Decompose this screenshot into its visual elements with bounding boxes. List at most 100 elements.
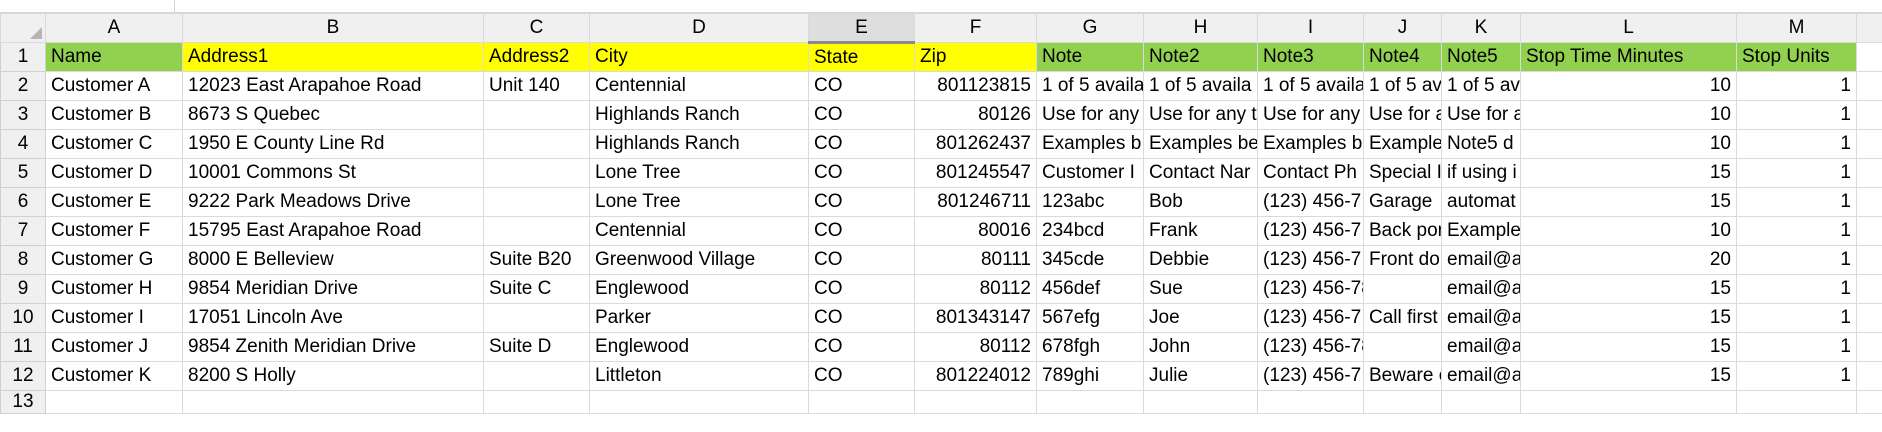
cell-a[interactable]: Customer B: [45, 100, 183, 130]
column-header-m[interactable]: M: [1736, 13, 1857, 43]
cell-k[interactable]: if using i: [1441, 158, 1521, 188]
cell[interactable]: [1856, 216, 1882, 246]
cell[interactable]: [483, 390, 590, 414]
cell-e[interactable]: CO: [808, 129, 915, 159]
cell-i[interactable]: (123) 456-7: [1257, 303, 1364, 333]
cell[interactable]: [914, 390, 1037, 414]
cell-j[interactable]: Garage: [1363, 187, 1442, 217]
cell-h[interactable]: Debbie: [1143, 245, 1258, 275]
cell-d[interactable]: Littleton: [589, 361, 809, 391]
cell-d[interactable]: Englewood: [589, 274, 809, 304]
cell[interactable]: [1520, 390, 1737, 414]
cell[interactable]: [1856, 100, 1882, 130]
cell[interactable]: [1856, 303, 1882, 333]
cell[interactable]: [1856, 361, 1882, 391]
cell-l[interactable]: 15: [1520, 332, 1737, 362]
cell[interactable]: [1856, 274, 1882, 304]
cell-l[interactable]: 15: [1520, 303, 1737, 333]
row-header[interactable]: 8: [0, 245, 46, 275]
cell-i[interactable]: Contact Ph: [1257, 158, 1364, 188]
cell-c[interactable]: [483, 129, 590, 159]
column-header-k[interactable]: K: [1441, 13, 1521, 43]
cell-a[interactable]: Customer C: [45, 129, 183, 159]
cell-f[interactable]: 801343147: [914, 303, 1037, 333]
cell-k[interactable]: Example: [1441, 216, 1521, 246]
cell-d[interactable]: Englewood: [589, 332, 809, 362]
cell-a[interactable]: Customer K: [45, 361, 183, 391]
cell[interactable]: [1856, 390, 1882, 414]
cell-h[interactable]: Sue: [1143, 274, 1258, 304]
cell-a[interactable]: Customer F: [45, 216, 183, 246]
cell-k[interactable]: email@a: [1441, 245, 1521, 275]
cell-i[interactable]: (123) 456-7: [1257, 187, 1364, 217]
cell-l[interactable]: 10: [1520, 216, 1737, 246]
column-header-j[interactable]: J: [1363, 13, 1442, 43]
cell-f[interactable]: 801123815: [914, 71, 1037, 101]
row-header[interactable]: 1: [0, 42, 46, 72]
row-header[interactable]: 4: [0, 129, 46, 159]
cell-h[interactable]: Contact Nar: [1143, 158, 1258, 188]
cell-j[interactable]: [1363, 274, 1442, 304]
cell-b[interactable]: 15795 East Arapahoe Road: [182, 216, 484, 246]
cell-g[interactable]: 567efg: [1036, 303, 1144, 333]
column-header-f[interactable]: F: [914, 13, 1037, 43]
cell-d[interactable]: Greenwood Village: [589, 245, 809, 275]
cell-e[interactable]: CO: [808, 216, 915, 246]
cell-f[interactable]: 801246711: [914, 187, 1037, 217]
cell-d[interactable]: Highlands Ranch: [589, 100, 809, 130]
cell-f[interactable]: 80126: [914, 100, 1037, 130]
cell-j[interactable]: 1 of 5 av: [1363, 71, 1442, 101]
cell[interactable]: [1856, 332, 1882, 362]
cell-i[interactable]: (123) 456-7890: [1257, 274, 1364, 304]
cell-a[interactable]: Customer I: [45, 303, 183, 333]
column-header-h[interactable]: H: [1143, 13, 1258, 43]
cell-f[interactable]: 80016: [914, 216, 1037, 246]
cell[interactable]: [1856, 71, 1882, 101]
cell-c[interactable]: [483, 187, 590, 217]
cell-h[interactable]: 1 of 5 availa: [1143, 71, 1258, 101]
cell-j[interactable]: Beware c: [1363, 361, 1442, 391]
cell-d[interactable]: Parker: [589, 303, 809, 333]
column-header-c[interactable]: C: [483, 13, 590, 43]
cell-m[interactable]: 1: [1736, 245, 1857, 275]
cell[interactable]: [1441, 390, 1521, 414]
row-header[interactable]: 9: [0, 274, 46, 304]
cell-i[interactable]: (123) 456-7: [1257, 216, 1364, 246]
cell-m[interactable]: 1: [1736, 71, 1857, 101]
cell-a[interactable]: Customer D: [45, 158, 183, 188]
cell-f[interactable]: 80112: [914, 332, 1037, 362]
cell-j[interactable]: Front do: [1363, 245, 1442, 275]
cell-i[interactable]: Use for any: [1257, 100, 1364, 130]
cell-c[interactable]: [483, 303, 590, 333]
cell-m[interactable]: 1: [1736, 274, 1857, 304]
row-header[interactable]: 11: [0, 332, 46, 362]
cell-m[interactable]: 1: [1736, 100, 1857, 130]
cell-l[interactable]: 10: [1520, 71, 1737, 101]
cell-b[interactable]: 9854 Zenith Meridian Drive: [182, 332, 484, 362]
cell-g[interactable]: 789ghi: [1036, 361, 1144, 391]
header-cell-e[interactable]: State: [808, 42, 915, 72]
cell-k[interactable]: email@a: [1441, 303, 1521, 333]
cell-l[interactable]: 20: [1520, 245, 1737, 275]
cell-j[interactable]: Special I: [1363, 158, 1442, 188]
cell-g[interactable]: 234bcd: [1036, 216, 1144, 246]
cell-f[interactable]: 80112: [914, 274, 1037, 304]
cell-e[interactable]: CO: [808, 332, 915, 362]
cell-e[interactable]: CO: [808, 158, 915, 188]
cell-h[interactable]: Bob: [1143, 187, 1258, 217]
cell[interactable]: [1856, 129, 1882, 159]
cell-m[interactable]: 1: [1736, 158, 1857, 188]
cell-b[interactable]: 12023 East Arapahoe Road: [182, 71, 484, 101]
cell-c[interactable]: [483, 361, 590, 391]
cell-d[interactable]: Centennial: [589, 216, 809, 246]
cell-j[interactable]: [1363, 332, 1442, 362]
cell-b[interactable]: 9854 Meridian Drive: [182, 274, 484, 304]
cell-i[interactable]: Examples b: [1257, 129, 1364, 159]
cell-m[interactable]: 1: [1736, 129, 1857, 159]
cell[interactable]: [182, 390, 484, 414]
cell-k[interactable]: email@a: [1441, 332, 1521, 362]
header-cell-l[interactable]: Stop Time Minutes: [1520, 42, 1737, 72]
cell-a[interactable]: Customer H: [45, 274, 183, 304]
cell-h[interactable]: Examples be: [1143, 129, 1258, 159]
cell-g[interactable]: 456def: [1036, 274, 1144, 304]
